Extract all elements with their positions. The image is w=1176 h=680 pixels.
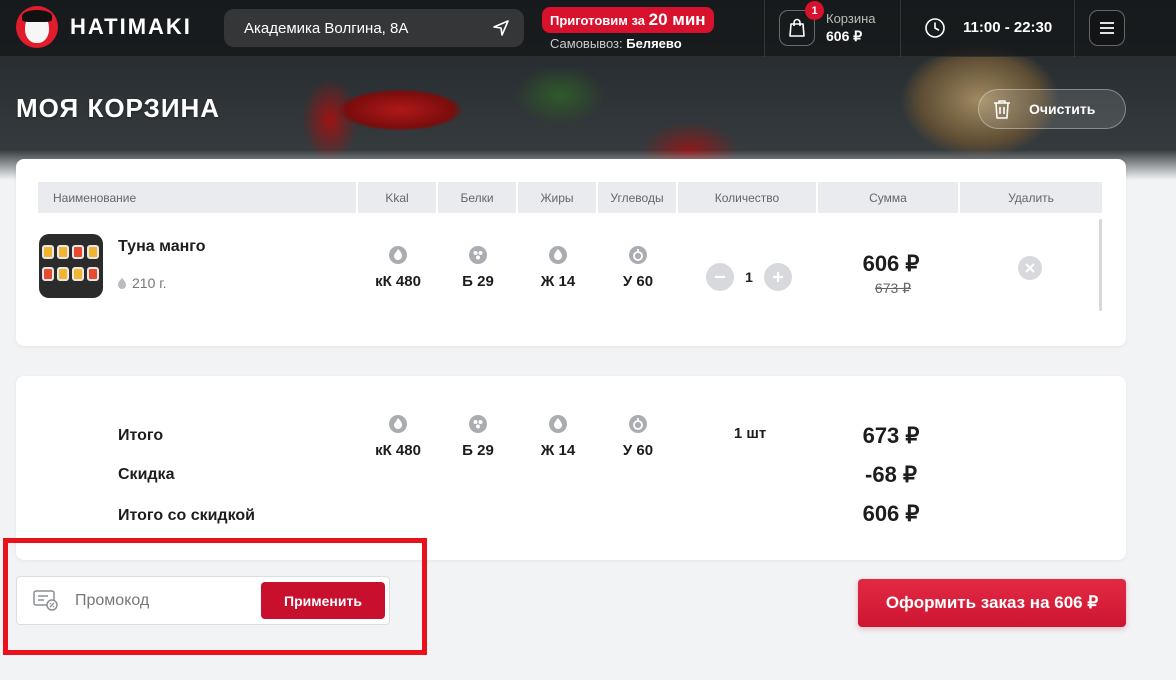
cart-sum[interactable]: 606 ₽ — [826, 28, 862, 45]
clear-cart-label: Очистить — [1029, 101, 1096, 117]
cart-count-badge: 1 — [805, 1, 824, 20]
protein-icon — [469, 415, 487, 433]
menu-button[interactable] — [1089, 10, 1125, 46]
item-carbs: У 60 — [603, 245, 673, 290]
total-value: 673 ₽ — [862, 423, 920, 448]
column-header-fat: Жиры — [518, 182, 598, 213]
cart-table-card: Наименование Kkal Белки Жиры Углеводы Ко… — [16, 159, 1126, 346]
total-label: Итого — [118, 427, 164, 444]
top-header: HATIMAKI Академика Волгина, 8А Приготови… — [0, 0, 1176, 57]
final-total-value: 606 ₽ — [862, 501, 920, 526]
clear-cart-button[interactable]: Очистить — [978, 89, 1126, 129]
clock-icon — [925, 18, 945, 38]
item-fat: Ж 14 — [523, 245, 593, 290]
quantity-value: 1 — [745, 269, 753, 285]
checkout-button[interactable]: Оформить заказ на 606 ₽ — [858, 579, 1126, 627]
page-title: МОЯ КОРЗИНА — [16, 93, 221, 123]
hamburger-icon — [1100, 22, 1114, 34]
column-header-remove: Удалить — [1008, 190, 1054, 205]
column-header-sum: Сумма — [818, 182, 960, 213]
summary-kcal: кК 480 — [363, 414, 433, 459]
shopping-bag-icon — [789, 18, 805, 37]
logo-text: HATIMAKI — [70, 14, 192, 39]
carbs-icon — [629, 415, 647, 433]
drop-icon — [549, 415, 567, 433]
logo[interactable]: HATIMAKI — [16, 6, 192, 48]
column-header-protein: Белки — [438, 182, 518, 213]
product-image[interactable] — [39, 234, 103, 298]
protein-icon — [469, 246, 487, 264]
final-total-label: Итого со скидкой — [118, 507, 255, 524]
carbs-icon — [629, 246, 647, 264]
item-protein: Б 29 — [443, 245, 513, 290]
quantity-stepper: 1 — [706, 263, 792, 291]
item-kcal: кК 480 — [363, 245, 433, 290]
product-weight: 210 г. — [117, 275, 167, 291]
header-divider — [900, 0, 901, 57]
delivery-info: Приготовим за 20 мин Самовывоз: Беляево — [542, 7, 714, 51]
address-text: Академика Волгина, 8А — [244, 19, 409, 37]
discount-value: -68 ₽ — [865, 462, 917, 487]
flame-icon — [389, 246, 407, 264]
discount-label: Скидка — [118, 466, 175, 483]
logo-mark-icon — [16, 6, 58, 48]
working-hours: 11:00 - 22:30 — [963, 19, 1053, 36]
pickup-info[interactable]: Самовывоз: Беляево — [550, 36, 714, 51]
location-arrow-icon — [493, 20, 509, 36]
cart-label[interactable]: Корзина — [826, 11, 876, 26]
column-header-carbs: Углеводы — [598, 182, 678, 213]
column-header-name: Наименование — [38, 182, 358, 213]
header-divider — [764, 0, 765, 57]
decrease-quantity-button[interactable] — [706, 263, 734, 291]
item-old-price: 673 ₽ — [874, 280, 912, 296]
table-header: Наименование Kkal Белки Жиры Углеводы Ко… — [38, 182, 1102, 213]
column-header-kcal: Kkal — [358, 182, 438, 213]
promo-highlight-frame — [3, 538, 427, 655]
flame-icon — [389, 415, 407, 433]
close-icon — [1025, 263, 1035, 273]
trash-icon — [994, 100, 1010, 119]
drop-icon — [549, 246, 567, 264]
address-selector[interactable]: Академика Волгина, 8А — [224, 9, 524, 47]
column-header-quantity: Количество — [678, 182, 818, 213]
product-name[interactable]: Туна манго — [118, 238, 205, 256]
summary-carbs: У 60 — [603, 414, 673, 459]
weight-icon — [118, 278, 126, 289]
table-scrollbar[interactable] — [1099, 219, 1102, 311]
remove-item-button[interactable] — [1018, 256, 1042, 280]
summary-quantity: 1 шт — [733, 425, 767, 442]
summary-fat: Ж 14 — [523, 414, 593, 459]
header-divider — [1074, 0, 1075, 57]
cook-time-badge: Приготовим за 20 мин — [542, 7, 714, 33]
summary-protein: Б 29 — [443, 414, 513, 459]
minus-icon — [715, 275, 725, 279]
summary-card: Итого Скидка Итого со скидкой кК 480 Б 2… — [16, 376, 1126, 560]
plus-icon — [773, 272, 783, 282]
item-price: 606 ₽ — [862, 251, 920, 276]
increase-quantity-button[interactable] — [764, 263, 792, 291]
